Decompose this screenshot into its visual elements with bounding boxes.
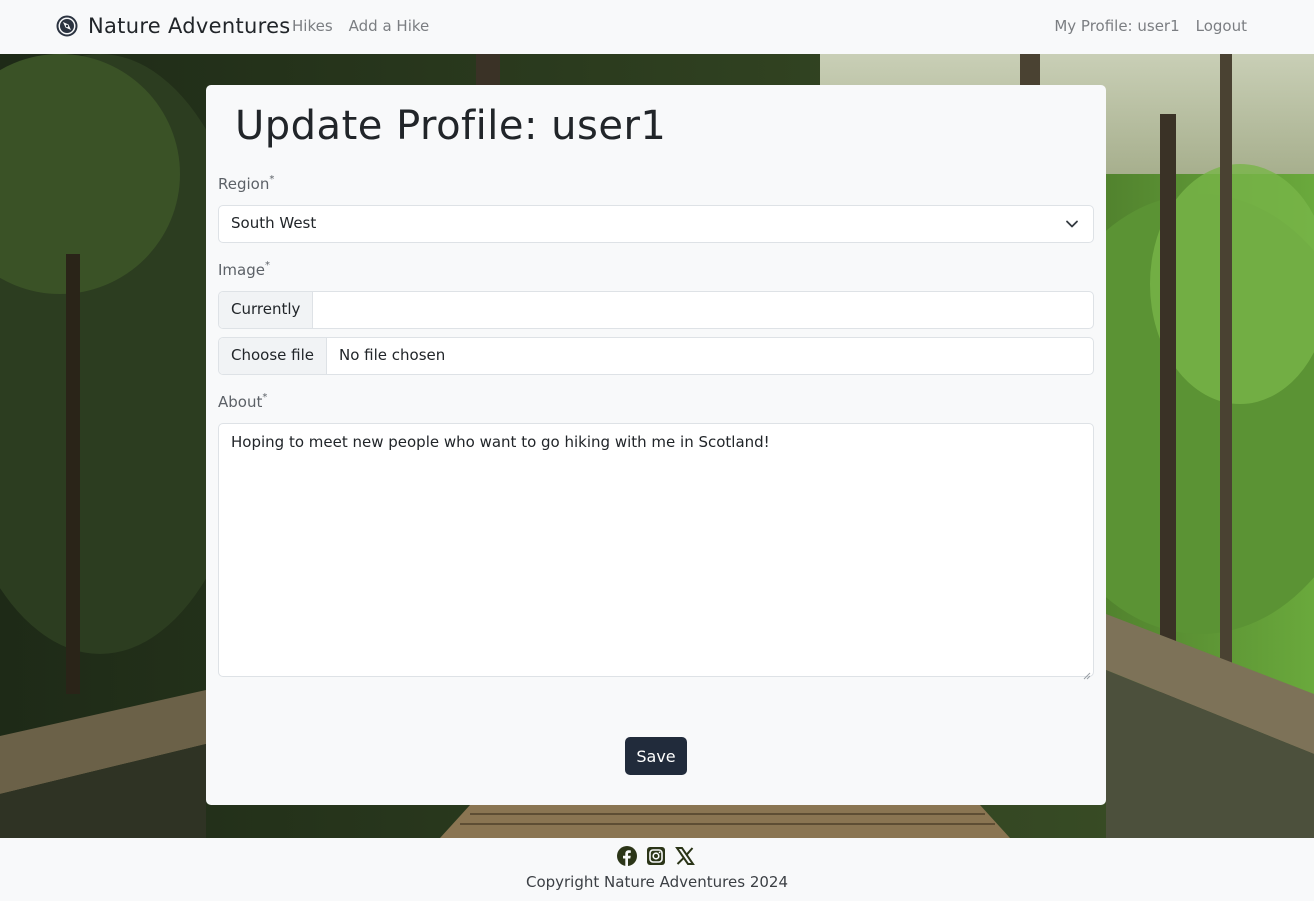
region-label-text: Region <box>218 175 270 193</box>
resize-handle-icon[interactable] <box>1083 666 1091 680</box>
file-input[interactable]: Choose file No file chosen <box>218 337 1094 375</box>
nav-link-hikes[interactable]: Hikes <box>292 16 333 36</box>
nav-primary: Hikes Add a Hike <box>292 16 429 36</box>
current-image-value <box>313 292 1093 328</box>
currently-label: Currently <box>219 292 314 328</box>
footer: Copyright Nature Adventures 2024 <box>0 838 1314 901</box>
copyright-text: Copyright Nature Adventures 2024 <box>525 873 789 891</box>
choose-file-button[interactable]: Choose file <box>219 338 327 374</box>
brand-name: Nature Adventures <box>88 14 291 38</box>
update-profile-card: Update Profile: user1 Region* South West… <box>206 85 1106 805</box>
navbar: Nature Adventures Hikes Add a Hike My Pr… <box>0 0 1314 54</box>
about-label: About* <box>218 392 268 411</box>
nav-account: My Profile: user1 Logout <box>1054 16 1247 36</box>
about-text: Hoping to meet new people who want to go… <box>231 433 770 451</box>
image-label-text: Image <box>218 261 265 279</box>
instagram-icon[interactable] <box>646 846 666 866</box>
facebook-icon[interactable] <box>617 846 637 866</box>
current-image-group: Currently <box>218 291 1094 329</box>
nav-link-add-hike[interactable]: Add a Hike <box>349 16 430 36</box>
region-selected-value: South West <box>231 214 317 232</box>
nav-link-my-profile[interactable]: My Profile: user1 <box>1054 16 1179 36</box>
save-button[interactable]: Save <box>625 737 687 775</box>
compass-icon <box>56 15 78 37</box>
about-textarea[interactable]: Hoping to meet new people who want to go… <box>218 423 1094 680</box>
image-label: Image* <box>218 260 270 279</box>
about-label-text: About <box>218 393 263 411</box>
x-icon[interactable] <box>675 846 695 866</box>
required-mark: * <box>264 260 270 271</box>
nav-link-logout[interactable]: Logout <box>1196 16 1247 36</box>
chevron-down-icon <box>1065 217 1079 231</box>
brand-link[interactable]: Nature Adventures <box>56 13 291 39</box>
required-mark: * <box>269 174 275 185</box>
social-links <box>617 846 695 866</box>
required-mark: * <box>262 392 268 403</box>
page-title: Update Profile: user1 <box>235 103 667 149</box>
region-label: Region* <box>218 174 275 193</box>
file-status: No file chosen <box>339 346 446 364</box>
region-select[interactable]: South West <box>218 205 1094 243</box>
